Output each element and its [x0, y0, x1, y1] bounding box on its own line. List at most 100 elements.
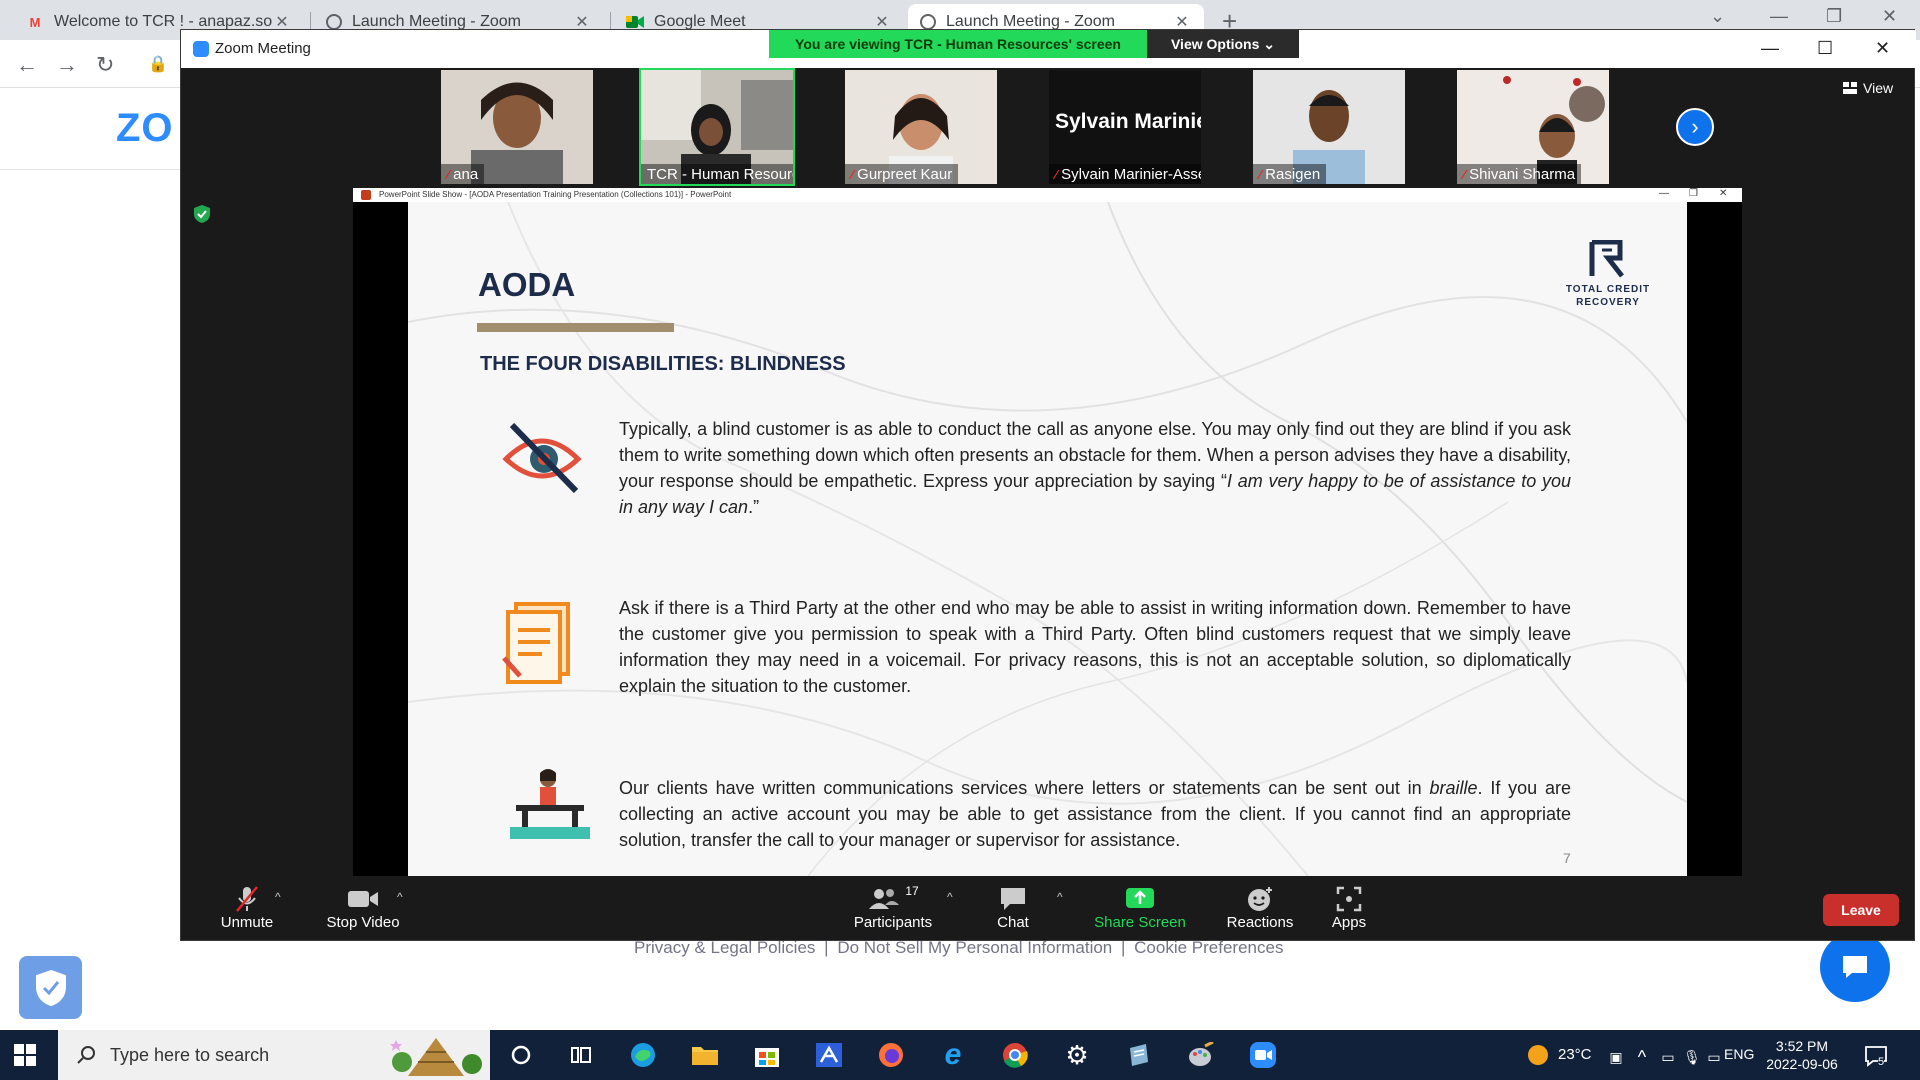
search-placeholder: Type here to search: [110, 1044, 270, 1065]
gallery-view-icon: [1843, 82, 1857, 94]
restore-icon[interactable]: ❐: [1826, 6, 1842, 27]
reactions-button[interactable]: Reactions: [1215, 884, 1305, 931]
video-options-caret[interactable]: ^: [397, 890, 403, 904]
participant-name: Gurpreet Kaur: [857, 165, 953, 183]
firefox-icon[interactable]: [876, 1040, 906, 1070]
smiley-icon: [1248, 887, 1272, 911]
chevron-up-icon[interactable]: ^: [1632, 1042, 1652, 1072]
security-shield-badge[interactable]: [19, 956, 82, 1019]
close-icon[interactable]: ✕: [1875, 38, 1890, 59]
view-button[interactable]: View: [1843, 80, 1893, 96]
notification-center-icon[interactable]: 5: [1864, 1044, 1888, 1068]
close-window-icon[interactable]: ✕: [1882, 6, 1897, 27]
unmute-label: Unmute: [220, 914, 274, 931]
taskbar: Type here to search e ⚙ 23°C ^ ▭ 🎙 ▣ ▭ E…: [0, 1030, 1920, 1080]
notes-app-icon[interactable]: [1124, 1040, 1154, 1070]
share-screen-icon: [1126, 888, 1154, 908]
lock-icon[interactable]: 🔒: [148, 54, 168, 74]
apps-icon: [1336, 886, 1362, 912]
powerautomate-icon[interactable]: [814, 1040, 844, 1070]
participant-tile[interactable]: TCR - Human Resources: [639, 68, 795, 186]
settings-gear-icon[interactable]: ⚙: [1062, 1040, 1092, 1070]
apps-button[interactable]: Apps: [1319, 884, 1379, 931]
mic-muted-icon: ⁄: [1055, 166, 1058, 182]
slide-number: 7: [1563, 850, 1571, 866]
taskbar-search-box[interactable]: Type here to search: [58, 1030, 490, 1080]
participant-name: ana: [453, 165, 479, 183]
chrome-icon[interactable]: [1000, 1040, 1030, 1070]
next-page-button[interactable]: ›: [1676, 108, 1714, 146]
minimize-icon[interactable]: —: [1770, 6, 1788, 27]
participant-tile[interactable]: Sylvain Marinier... ⁄Sylvain Marinier-As…: [1049, 70, 1201, 184]
camera-icon[interactable]: ▣: [1606, 1042, 1626, 1072]
view-options-button[interactable]: View Options ⌄: [1147, 30, 1299, 58]
weather-widget[interactable]: 23°C: [1528, 1045, 1592, 1065]
title-underline: [477, 323, 674, 332]
para3-braille: braille: [1429, 778, 1478, 798]
ppt-titlebar: PowerPoint Slide Show - [AODA Presentati…: [353, 188, 1742, 202]
maximize-icon[interactable]: ☐: [1817, 38, 1833, 59]
chat-options-caret[interactable]: ^: [1057, 890, 1063, 904]
participants-label: Participants: [853, 914, 933, 931]
zoom-taskbar-icon[interactable]: [1248, 1040, 1278, 1070]
cortana-icon[interactable]: [506, 1040, 536, 1070]
forward-icon[interactable]: →: [56, 52, 78, 78]
edge-icon[interactable]: [628, 1040, 658, 1070]
share-screen-button[interactable]: Share Screen: [1085, 884, 1195, 931]
participants-icon: [869, 889, 900, 909]
internet-explorer-icon[interactable]: e: [938, 1038, 968, 1071]
chat-icon: [1843, 956, 1867, 978]
tab-search-icon[interactable]: ⌄: [1710, 6, 1725, 27]
task-view-icon[interactable]: [566, 1040, 596, 1070]
participant-tile[interactable]: ⁄ ana: [441, 70, 593, 184]
time: 3:52 PM: [1775, 1038, 1829, 1054]
chat-label: Chat: [997, 914, 1029, 931]
apps-label: Apps: [1331, 914, 1367, 931]
chat-button[interactable]: Chat: [983, 884, 1043, 931]
globe-icon: [326, 14, 342, 30]
battery-icon[interactable]: ▭: [1704, 1042, 1724, 1072]
tcr-logo: TOTAL CREDIT RECOVERY: [1558, 239, 1658, 309]
microsoft-store-icon[interactable]: [752, 1040, 782, 1070]
leave-button[interactable]: Leave: [1823, 894, 1899, 926]
zoom-titlebar: Zoom Meeting You are viewing TCR - Human…: [181, 30, 1916, 68]
mic-muted-icon: [236, 886, 258, 912]
zoom-page-logo[interactable]: ZO: [116, 106, 174, 151]
shared-screen: PowerPoint Slide Show - [AODA Presentati…: [353, 188, 1742, 876]
stop-video-label: Stop Video: [326, 914, 400, 931]
mic-muted-icon: ⁄: [447, 166, 450, 182]
slide-subtitle: THE FOUR DISABILITIES: BLINDNESS: [480, 353, 846, 375]
footer-links: Privacy & Legal Policies | Do Not Sell M…: [632, 938, 1285, 958]
microphone-icon[interactable]: 🎙: [1682, 1042, 1702, 1072]
gmail-icon: M: [29, 14, 41, 30]
meeting-indicator-icon[interactable]: ▭: [1658, 1042, 1678, 1072]
participants-options-caret[interactable]: ^: [947, 890, 953, 904]
ppt-window-title: PowerPoint Slide Show - [AODA Presentati…: [379, 190, 732, 199]
back-icon[interactable]: ←: [16, 52, 38, 78]
mic-muted-icon: ⁄: [1463, 166, 1466, 182]
powerpoint-icon: [361, 190, 371, 200]
paint-app-icon[interactable]: [1186, 1040, 1216, 1070]
encryption-shield-icon[interactable]: [193, 204, 211, 224]
support-chat-button[interactable]: [1820, 932, 1890, 1002]
zoom-toolbar: Unmute ^ Stop Video ^ 17 Participants ^ …: [181, 876, 1914, 940]
blind-eye-icon: [502, 423, 582, 493]
participant-tile[interactable]: ⁄ Shivani Sharma: [1457, 70, 1609, 184]
clock[interactable]: 3:52 PM 2022-09-06: [1763, 1037, 1841, 1073]
date: 2022-09-06: [1766, 1056, 1838, 1072]
shield-check-icon: [35, 969, 66, 1006]
participant-tile[interactable]: ⁄ Rasigen: [1253, 70, 1405, 184]
reload-icon[interactable]: ↻: [96, 52, 114, 78]
minimize-icon: —: [1659, 188, 1669, 199]
participant-tile[interactable]: ⁄ Gurpreet Kaur: [845, 70, 997, 184]
minimize-icon[interactable]: —: [1761, 38, 1779, 59]
windows-start-icon[interactable]: [14, 1044, 36, 1066]
language-indicator[interactable]: ENG: [1724, 1046, 1754, 1062]
mic-muted-icon: ⁄: [1259, 166, 1262, 182]
file-explorer-icon[interactable]: [690, 1040, 720, 1070]
audio-options-caret[interactable]: ^: [275, 890, 281, 904]
temperature: 23°C: [1558, 1045, 1592, 1063]
search-icon: [77, 1046, 95, 1064]
participants-button[interactable]: 17 Participants: [841, 884, 945, 931]
paragraph-3: Our clients have written communications …: [619, 775, 1571, 853]
